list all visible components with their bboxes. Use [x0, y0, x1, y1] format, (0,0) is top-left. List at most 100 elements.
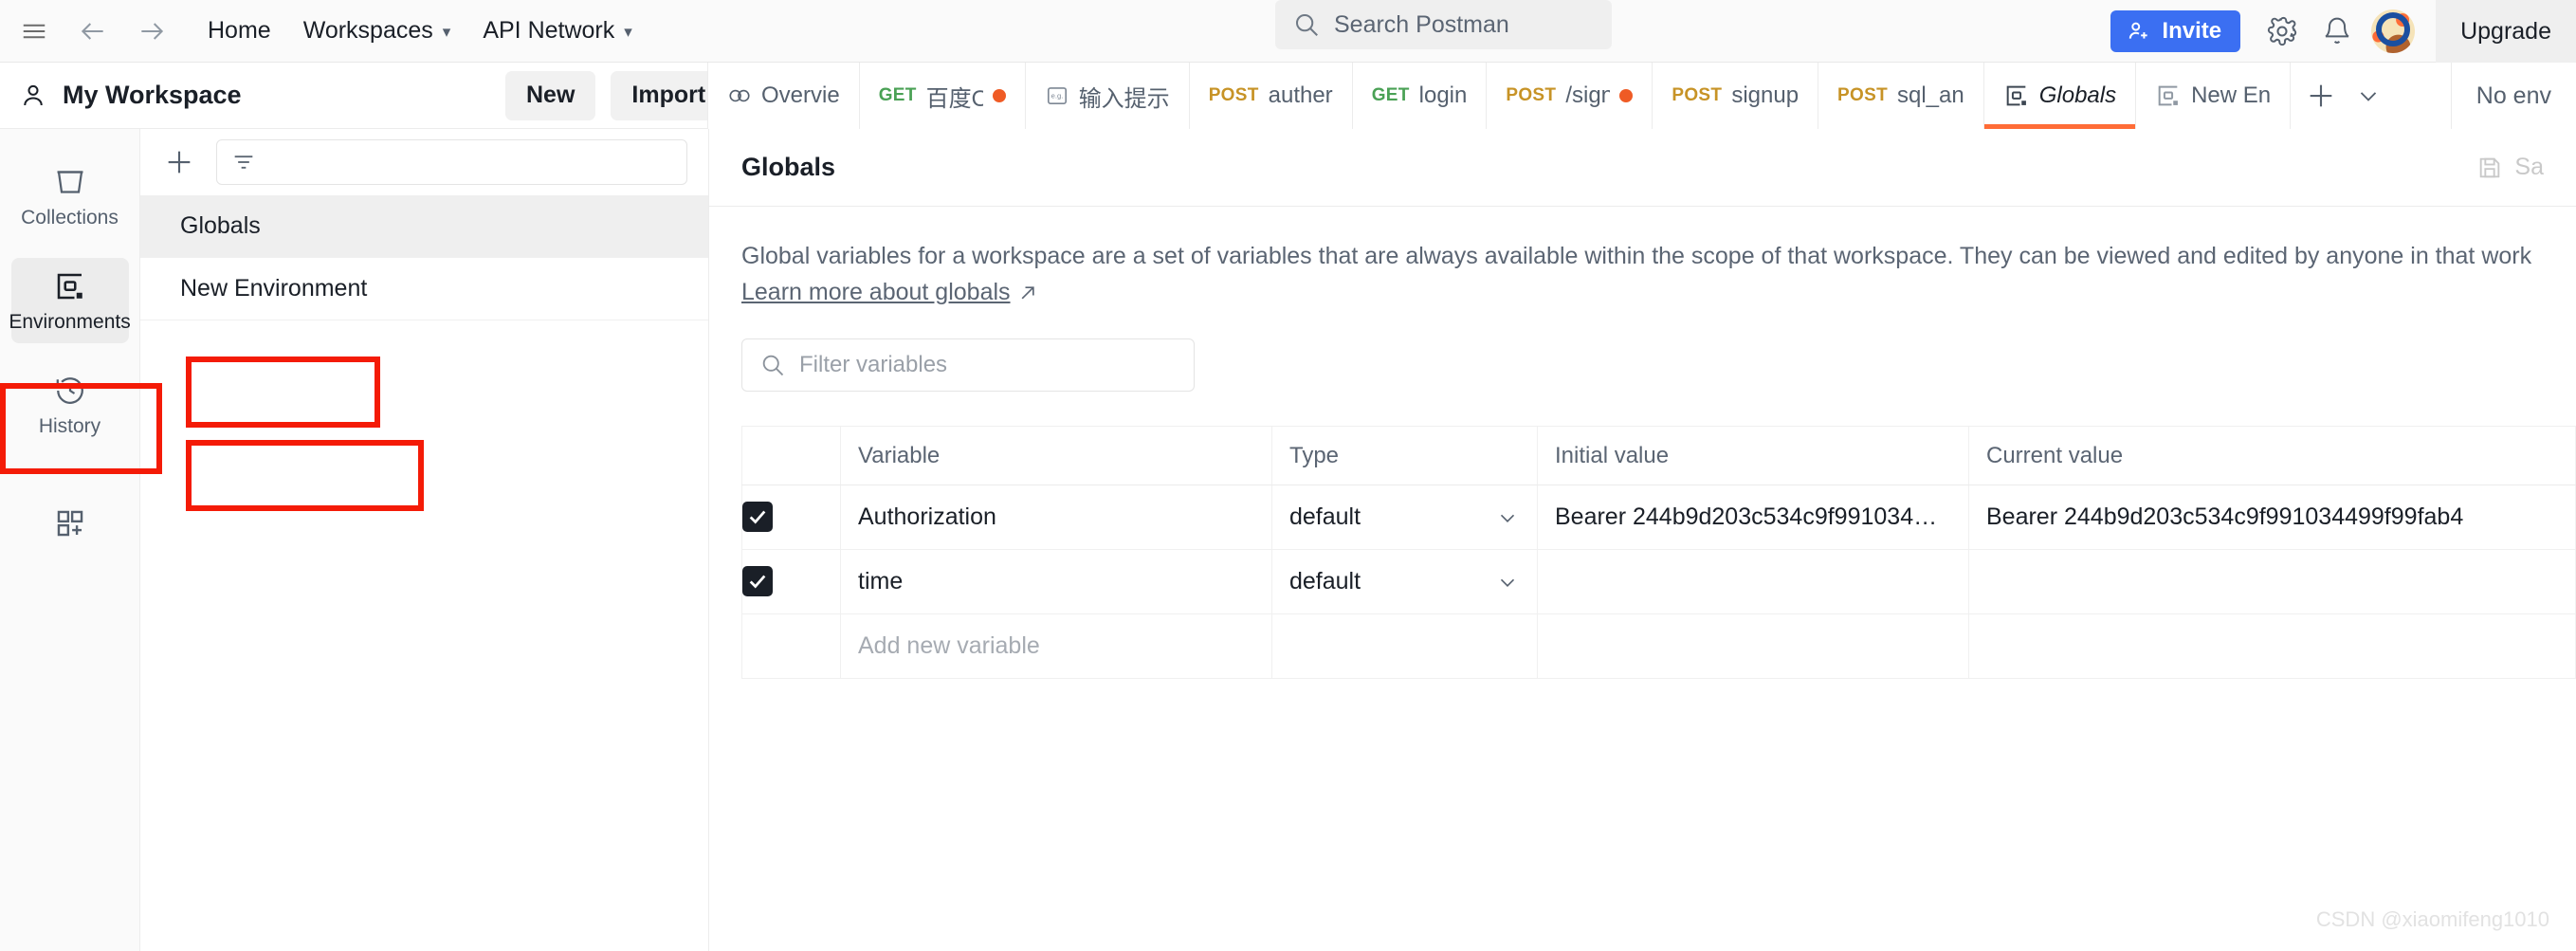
upgrade-button[interactable]: Upgrade: [2436, 0, 2576, 63]
invite-button[interactable]: Invite: [2110, 10, 2241, 52]
table-row[interactable]: Authorization default Bearer 244b9d203c5…: [741, 485, 2576, 551]
tab-label: Globals: [2038, 82, 2117, 108]
list-item-label: New Environment: [180, 275, 368, 302]
environment-list-toolbar: [140, 129, 708, 195]
tab-label: /signu: [1565, 82, 1610, 108]
bell-icon[interactable]: [2316, 10, 2358, 52]
search-placeholder: Search Postman: [1334, 10, 1509, 38]
tab-label: login: [1418, 82, 1468, 108]
watermark: CSDN @xiaomifeng1010: [2315, 907, 2549, 931]
hamburger-menu-icon[interactable]: [13, 10, 55, 52]
tab-label: signup: [1731, 82, 1800, 108]
tab-sql-an[interactable]: POST sql_an: [1818, 63, 1984, 129]
variables-table: Variable Type Initial value Current valu…: [741, 426, 2576, 680]
collections-icon: [53, 165, 87, 199]
unsaved-dot-icon: [1619, 89, 1634, 102]
add-new-variable-row[interactable]: Add new variable: [741, 613, 2576, 680]
sidebar-item-collections[interactable]: Collections: [11, 154, 129, 239]
tab-login[interactable]: GET login: [1353, 63, 1488, 129]
tab-label: New En: [2191, 82, 2272, 108]
example-icon: e.g.: [1045, 83, 1069, 108]
table-header-row: Variable Type Initial value Current valu…: [741, 426, 2576, 486]
sidebar-item-label: Collections: [21, 207, 119, 229]
save-label: Sa: [2514, 154, 2544, 180]
nav-workspaces-label: Workspaces: [302, 17, 433, 44]
tab-signup-slash[interactable]: POST /signu: [1487, 63, 1653, 129]
variable-name-cell[interactable]: Authorization: [840, 485, 1272, 551]
variable-initial-value-cell[interactable]: Bearer 244b9d203c534c9f991034…: [1537, 485, 1969, 551]
table-row[interactable]: time default: [741, 549, 2576, 615]
add-row-initial-value-cell[interactable]: [1537, 613, 1969, 680]
variable-name-cell[interactable]: time: [840, 549, 1272, 615]
list-item-label: Globals: [180, 212, 261, 239]
rail-divider: [29, 470, 110, 471]
postman-app-window: Home Workspaces ▾ API Network ▾ Search P…: [0, 0, 2576, 951]
filter-icon: [230, 149, 257, 175]
checkbox-checked-icon[interactable]: [742, 565, 773, 596]
arrow-right-icon[interactable]: [131, 10, 173, 52]
new-button-label: New: [526, 82, 575, 108]
add-new-variable-placeholder[interactable]: Add new variable: [840, 613, 1272, 680]
new-button[interactable]: New: [505, 70, 596, 120]
floppy-disk-save-icon: [2476, 155, 2503, 181]
tab-list-chevron-down-icon[interactable]: [2348, 75, 2389, 117]
svg-text:e.g.: e.g.: [1050, 92, 1063, 101]
filter-variables-input[interactable]: Filter variables: [741, 338, 1195, 393]
invite-label: Invite: [2162, 18, 2222, 44]
search-input[interactable]: Search Postman: [1275, 0, 1612, 49]
tab-label: Overvie: [761, 82, 840, 108]
environment-title: Globals: [741, 153, 836, 181]
nav-api-network-label: API Network: [483, 17, 615, 44]
nav-workspaces[interactable]: Workspaces ▾: [287, 10, 467, 52]
environment-selector[interactable]: No env: [2450, 63, 2576, 129]
environment-list-item-globals[interactable]: Globals: [140, 195, 708, 258]
workspace-actions: New Import: [505, 70, 727, 120]
variable-type-cell[interactable]: default: [1271, 549, 1538, 615]
tab-label: 百度O(: [925, 85, 983, 112]
external-link-arrow-icon: [1018, 283, 1037, 302]
main-header: Globals Sa: [709, 129, 2576, 207]
tab-new-environment[interactable]: New En: [2136, 63, 2292, 129]
create-environment-plus-icon[interactable]: [157, 140, 201, 184]
variable-initial-value-cell[interactable]: [1537, 549, 1969, 615]
history-clock-icon: [53, 374, 87, 408]
arrow-left-icon[interactable]: [72, 10, 114, 52]
tab-input-hint[interactable]: e.g. 输入提示: [1026, 63, 1190, 129]
tab-globals[interactable]: Globals: [1983, 63, 2137, 129]
tab-overview[interactable]: Overvie: [708, 63, 860, 129]
tab-method: POST: [1506, 85, 1557, 105]
environment-icon: [2155, 82, 2182, 109]
variable-current-value-cell[interactable]: Bearer 244b9d203c534c9f991034499f99fab4: [1968, 485, 2576, 551]
tab-signup[interactable]: POST signup: [1653, 63, 1819, 129]
sidebar-item-label: Environments: [9, 311, 131, 333]
environment-list-item-new-environment[interactable]: New Environment: [140, 258, 708, 320]
nav-home-label: Home: [208, 17, 271, 44]
add-row-type-cell[interactable]: [1271, 613, 1538, 680]
avatar[interactable]: [2371, 9, 2416, 53]
nav-api-network[interactable]: API Network ▾: [466, 10, 648, 52]
upgrade-label: Upgrade: [2460, 17, 2551, 45]
add-apps-grid-icon[interactable]: [11, 496, 129, 549]
description-block: Global variables for a workspace are a s…: [709, 207, 2576, 306]
new-tab-plus-icon[interactable]: [2300, 75, 2342, 117]
nav-home[interactable]: Home: [192, 10, 287, 52]
chevron-down-icon: [1495, 570, 1520, 594]
save-button[interactable]: Sa: [2476, 154, 2544, 181]
tab-auther[interactable]: POST auther: [1190, 63, 1353, 129]
variable-current-value-cell[interactable]: [1968, 549, 2576, 615]
variable-type-cell[interactable]: default: [1271, 485, 1538, 551]
col-header-type: Type: [1271, 426, 1538, 486]
environment-filter-input[interactable]: [216, 139, 687, 185]
tab-method: POST: [1672, 85, 1723, 105]
checkbox-checked-icon[interactable]: [742, 501, 773, 532]
top-navigation-bar: Home Workspaces ▾ API Network ▾ Search P…: [0, 0, 2576, 63]
sidebar-item-history[interactable]: History: [11, 362, 129, 448]
learn-more-link[interactable]: Learn more about globals: [741, 279, 1037, 306]
workspace-and-tabs-bar: My Workspace New Import Overvie GET 百度 e…: [0, 63, 2576, 129]
chevron-down-icon: ▾: [624, 22, 632, 41]
sidebar-item-environments[interactable]: Environments: [9, 258, 131, 343]
tab-baidu-get[interactable]: GET 百度O(: [860, 63, 1026, 129]
filter-variables-placeholder: Filter variables: [799, 352, 948, 378]
gear-icon[interactable]: [2261, 10, 2303, 52]
add-row-current-value-cell[interactable]: [1968, 613, 2576, 680]
